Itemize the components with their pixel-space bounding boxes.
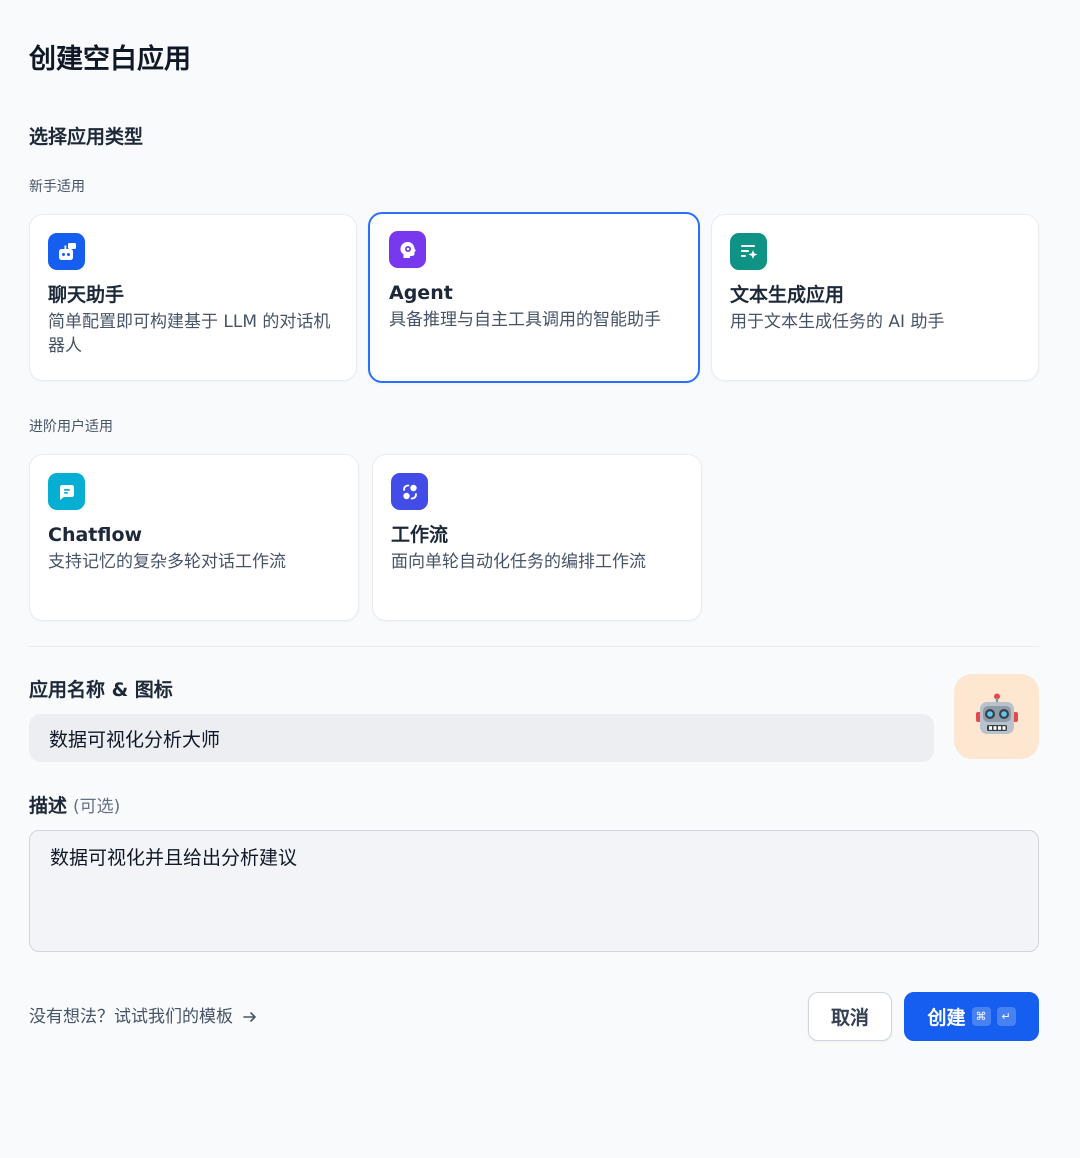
brain-gear-icon — [389, 231, 426, 268]
arrow-right-icon — [243, 1012, 256, 1022]
card-description: 用于文本生成任务的 AI 助手 — [730, 312, 945, 332]
description-label-text: 描述 — [29, 795, 68, 817]
card-title: 聊天助手 — [48, 284, 125, 306]
card-description: 支持记忆的复杂多轮对话工作流 — [48, 552, 286, 572]
app-name-label: 应用名称 & 图标 — [29, 679, 173, 701]
workflow-nodes-icon — [391, 473, 428, 510]
card-description: 简单配置即可构建基于 LLM 的对话机器人 — [48, 312, 331, 356]
app-type-card-agent[interactable]: Agent 具备推理与自主工具调用的智能助手 — [368, 212, 700, 383]
app-type-card-chatflow[interactable]: Chatflow 支持记忆的复杂多轮对话工作流 — [29, 454, 359, 621]
app-type-card-workflow[interactable]: 工作流 面向单轮自动化任务的编排工作流 — [372, 454, 702, 621]
card-title: Chatflow — [48, 524, 143, 546]
app-type-card-chat[interactable]: 聊天助手 简单配置即可构建基于 LLM 的对话机器人 — [29, 214, 357, 381]
text-sparkle-icon — [730, 233, 767, 270]
optional-hint: (可选) — [73, 797, 121, 817]
app-name-input[interactable] — [29, 714, 934, 762]
create-button-label: 创建 — [927, 1007, 966, 1029]
app-type-card-text-generation[interactable]: 文本生成应用 用于文本生成任务的 AI 助手 — [711, 214, 1039, 381]
dialog-title: 创建空白应用 — [29, 44, 191, 75]
card-description: 面向单轮自动化任务的编排工作流 — [391, 552, 646, 572]
card-title: 工作流 — [391, 524, 449, 546]
command-key-icon: ⌘ — [971, 1007, 991, 1026]
app-icon-picker[interactable] — [954, 674, 1039, 759]
app-type-section-title: 选择应用类型 — [29, 126, 144, 148]
section-divider — [29, 646, 1039, 647]
create-button[interactable]: 创建 ⌘ ↵ — [904, 992, 1039, 1041]
beginner-group-label: 新手适用 — [29, 179, 85, 195]
enter-key-icon: ↵ — [996, 1007, 1016, 1026]
template-link-text: 没有想法？试试我们的模板 — [29, 1007, 233, 1027]
card-title: 文本生成应用 — [730, 284, 845, 306]
card-description: 具备推理与自主工具调用的智能助手 — [389, 310, 661, 330]
cancel-button[interactable]: 取消 — [808, 992, 892, 1041]
chat-bubble-icon — [48, 473, 85, 510]
description-label: 描述 (可选) — [29, 791, 120, 822]
advanced-group-label: 进阶用户适用 — [29, 419, 113, 435]
robot-icon — [973, 691, 1021, 743]
create-blank-app-dialog: 创建空白应用 选择应用类型 新手适用 聊天助手 简单配置即可构建基于 LLM 的… — [0, 0, 1080, 1158]
card-title: Agent — [389, 282, 453, 304]
try-templates-link[interactable]: 没有想法？试试我们的模板 — [29, 1004, 259, 1030]
robot-chat-icon — [48, 233, 85, 270]
description-textarea[interactable]: 数据可视化并且给出分析建议 — [29, 830, 1039, 952]
